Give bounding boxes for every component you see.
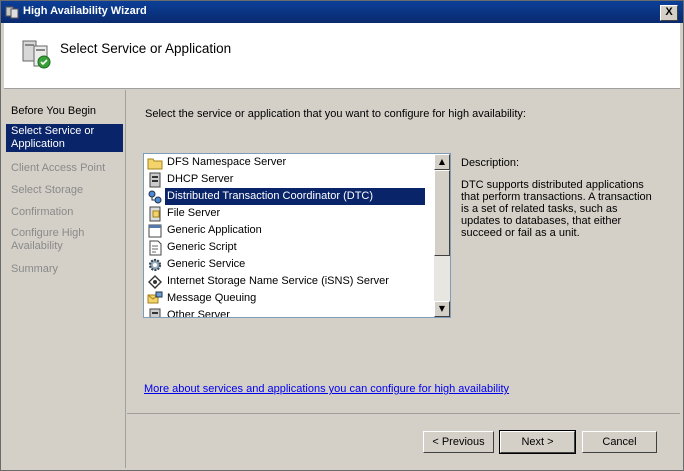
list-item-label: Distributed Transaction Coordinator (DTC… (165, 188, 425, 205)
wizard-cluster-icon (22, 40, 51, 69)
wizard-content: Select the service or application that y… (127, 90, 680, 412)
service-listbox[interactable]: DFS Namespace Server DHCP Server Distrib… (143, 153, 451, 318)
wizard-window: High Availability Wizard X Select Servic… (0, 0, 684, 471)
cluster-icon (5, 6, 19, 19)
step-confirmation: Confirmation (11, 206, 74, 218)
list-item[interactable]: Generic Service (147, 256, 425, 273)
page-title: Select Service or Application (60, 41, 232, 56)
list-item-label: Generic Script (167, 241, 237, 253)
next-button[interactable]: Next > (499, 430, 576, 454)
step-select-service[interactable]: Select Service or Application (6, 124, 123, 152)
list-item[interactable]: File Server (147, 205, 425, 222)
list-item[interactable]: Internet Storage Name Service (iSNS) Ser… (147, 273, 425, 290)
list-item[interactable]: Generic Application (147, 222, 425, 239)
dtc-icon (148, 190, 162, 204)
list-item[interactable]: Distributed Transaction Coordinator (DTC… (147, 188, 425, 205)
list-item-label: DHCP Server (167, 173, 234, 185)
scroll-thumb[interactable] (434, 170, 450, 256)
scroll-down-button[interactable]: ▼ (434, 301, 450, 317)
arrow-up-icon: ▲ (438, 157, 446, 166)
application-icon (148, 224, 162, 238)
step-configure-high-availability: Configure High Availability (11, 227, 85, 252)
step-select-storage: Select Storage (11, 184, 84, 196)
list-item-label: DFS Namespace Server (167, 156, 287, 168)
folder-icon (147, 158, 163, 170)
listbox-scrollbar[interactable]: ▲ ▼ (434, 154, 450, 317)
wizard-steps: Before You Begin Select Service or Appli… (4, 90, 126, 468)
list-item-label: File Server (167, 207, 221, 219)
close-button[interactable]: X (660, 5, 678, 21)
step-summary: Summary (11, 263, 59, 275)
description-label: Description: (461, 157, 520, 169)
list-item-label: Other Server (167, 309, 230, 318)
step-client-access-point: Client Access Point (11, 162, 106, 174)
list-item[interactable]: Generic Script (147, 239, 425, 256)
isns-icon (148, 275, 162, 289)
list-item-label: Generic Application (167, 224, 262, 236)
list-item[interactable]: DFS Namespace Server (147, 154, 425, 171)
instruction-text: Select the service or application that y… (145, 108, 526, 120)
previous-button[interactable]: < Previous (423, 431, 494, 453)
arrow-down-icon: ▼ (438, 304, 446, 313)
server-icon (149, 308, 161, 317)
message-queue-icon (147, 291, 163, 304)
list-item[interactable]: Message Queuing (147, 290, 425, 307)
server-icon (149, 172, 161, 188)
list-item[interactable]: Other Server (147, 307, 425, 318)
gear-icon (148, 258, 162, 272)
file-server-icon (149, 206, 161, 222)
description-text: DTC supports distributed applications th… (461, 179, 652, 239)
title-bar[interactable]: High Availability Wizard X (1, 1, 683, 23)
list-item-label: Generic Service (167, 258, 246, 270)
list-item-label: Internet Storage Name Service (iSNS) Ser… (167, 275, 389, 287)
step-before-you-begin[interactable]: Before You Begin (6, 105, 123, 118)
window-title: High Availability Wizard (23, 5, 147, 17)
list-item-label: Message Queuing (167, 292, 257, 304)
list-item[interactable]: DHCP Server (147, 171, 425, 188)
script-icon (149, 240, 162, 256)
cancel-button[interactable]: Cancel (582, 431, 657, 453)
scroll-up-button[interactable]: ▲ (434, 154, 450, 170)
wizard-header: Select Service or Application (4, 23, 680, 89)
more-info-link[interactable]: More about services and applications you… (144, 383, 509, 395)
wizard-footer: < Previous Next > Cancel (127, 413, 680, 469)
close-icon: X (665, 6, 673, 18)
